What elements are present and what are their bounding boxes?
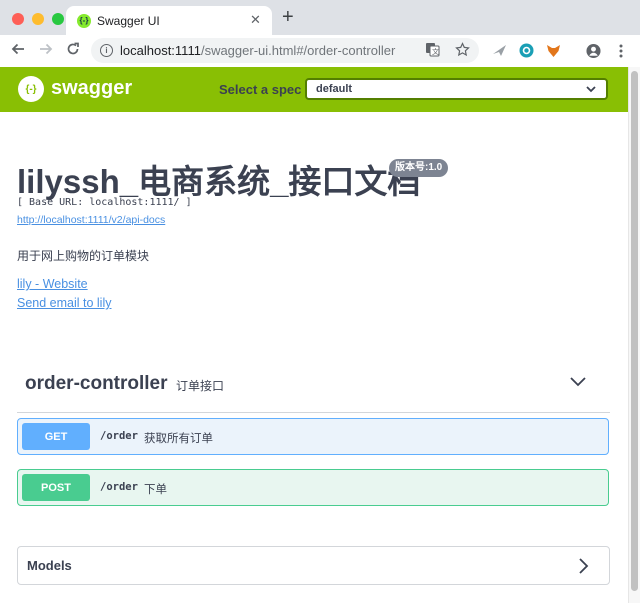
menu-icon[interactable] bbox=[613, 43, 628, 58]
svg-text:文: 文 bbox=[432, 47, 439, 56]
minimize-window-button[interactable] bbox=[32, 13, 44, 25]
tag-description: 订单接口 bbox=[176, 379, 225, 393]
operation-path: /order bbox=[100, 481, 138, 493]
address-url[interactable]: localhost:1111/swagger-ui.html#/order-co… bbox=[120, 43, 395, 58]
operation-summary: 下单 bbox=[144, 484, 167, 496]
tag-order-controller[interactable]: order-controller 订单接口 bbox=[17, 362, 610, 413]
close-window-button[interactable] bbox=[12, 13, 24, 25]
method-badge-get: GET bbox=[22, 423, 90, 450]
extension-sync-icon[interactable] bbox=[519, 43, 534, 58]
close-tab-icon[interactable]: ✕ bbox=[250, 12, 261, 28]
reload-icon[interactable] bbox=[66, 42, 80, 60]
chevron-down-icon[interactable] bbox=[570, 374, 586, 393]
base-url: [ Base URL: localhost:1111/ ] bbox=[17, 197, 192, 208]
models-section[interactable]: Models bbox=[17, 546, 610, 585]
browser-tab-swagger-ui[interactable]: {-} Swagger UI ✕ bbox=[66, 6, 272, 35]
maximize-window-button[interactable] bbox=[52, 13, 64, 25]
bookmark-star-icon[interactable] bbox=[455, 42, 470, 60]
method-badge-post: POST bbox=[22, 474, 90, 501]
operation-get-order[interactable]: GET /order 获取所有订单 bbox=[17, 418, 609, 455]
spec-select[interactable]: default bbox=[305, 78, 608, 100]
extension-bird-icon[interactable] bbox=[492, 43, 507, 58]
website-link[interactable]: lily - Website bbox=[17, 277, 88, 291]
browser-toolbar: i localhost:1111/swagger-ui.html#/order-… bbox=[0, 35, 640, 68]
models-title: Models bbox=[27, 558, 72, 573]
api-description: 用于网上购物的订单模块 bbox=[17, 249, 150, 263]
chevron-down-icon bbox=[586, 80, 596, 101]
swagger-logo-text[interactable]: swagger bbox=[51, 77, 132, 100]
chevron-right-icon[interactable] bbox=[577, 557, 589, 580]
spec-select-value: default bbox=[316, 83, 353, 95]
translate-icon[interactable]: 文 bbox=[425, 42, 440, 60]
page-title: lilyssh_电商系统_接口文档 bbox=[17, 163, 421, 200]
operation-path: /order bbox=[100, 430, 138, 442]
email-link[interactable]: Send email to lily bbox=[17, 296, 112, 310]
swagger-topbar: {-} swagger Select a spec default bbox=[0, 67, 628, 112]
select-spec-label: Select a spec bbox=[219, 82, 302, 97]
api-docs-link[interactable]: http://localhost:1111/v2/api-docs bbox=[17, 214, 165, 226]
info-icon[interactable]: i bbox=[100, 44, 113, 57]
swagger-favicon-icon: {-} bbox=[77, 14, 91, 28]
operation-summary: 获取所有订单 bbox=[144, 433, 213, 445]
back-icon[interactable] bbox=[11, 42, 25, 60]
address-bar[interactable]: i localhost:1111/swagger-ui.html#/order-… bbox=[91, 38, 479, 63]
forward-icon[interactable] bbox=[39, 42, 53, 60]
operation-post-order[interactable]: POST /order 下单 bbox=[17, 469, 609, 506]
new-tab-button[interactable]: + bbox=[282, 7, 294, 27]
page-scrollbar[interactable] bbox=[628, 67, 640, 603]
tab-title: Swagger UI bbox=[97, 14, 160, 28]
scrollbar-thumb[interactable] bbox=[631, 71, 638, 591]
tag-name: order-controller bbox=[25, 373, 168, 394]
swagger-logo-icon[interactable]: {-} bbox=[18, 76, 44, 102]
version-badge: 版本号:1.0 bbox=[389, 159, 449, 177]
extension-fox-icon[interactable] bbox=[546, 43, 561, 58]
browser-tab-strip: {-} Swagger UI ✕ + bbox=[0, 0, 640, 35]
profile-icon[interactable] bbox=[586, 43, 601, 58]
